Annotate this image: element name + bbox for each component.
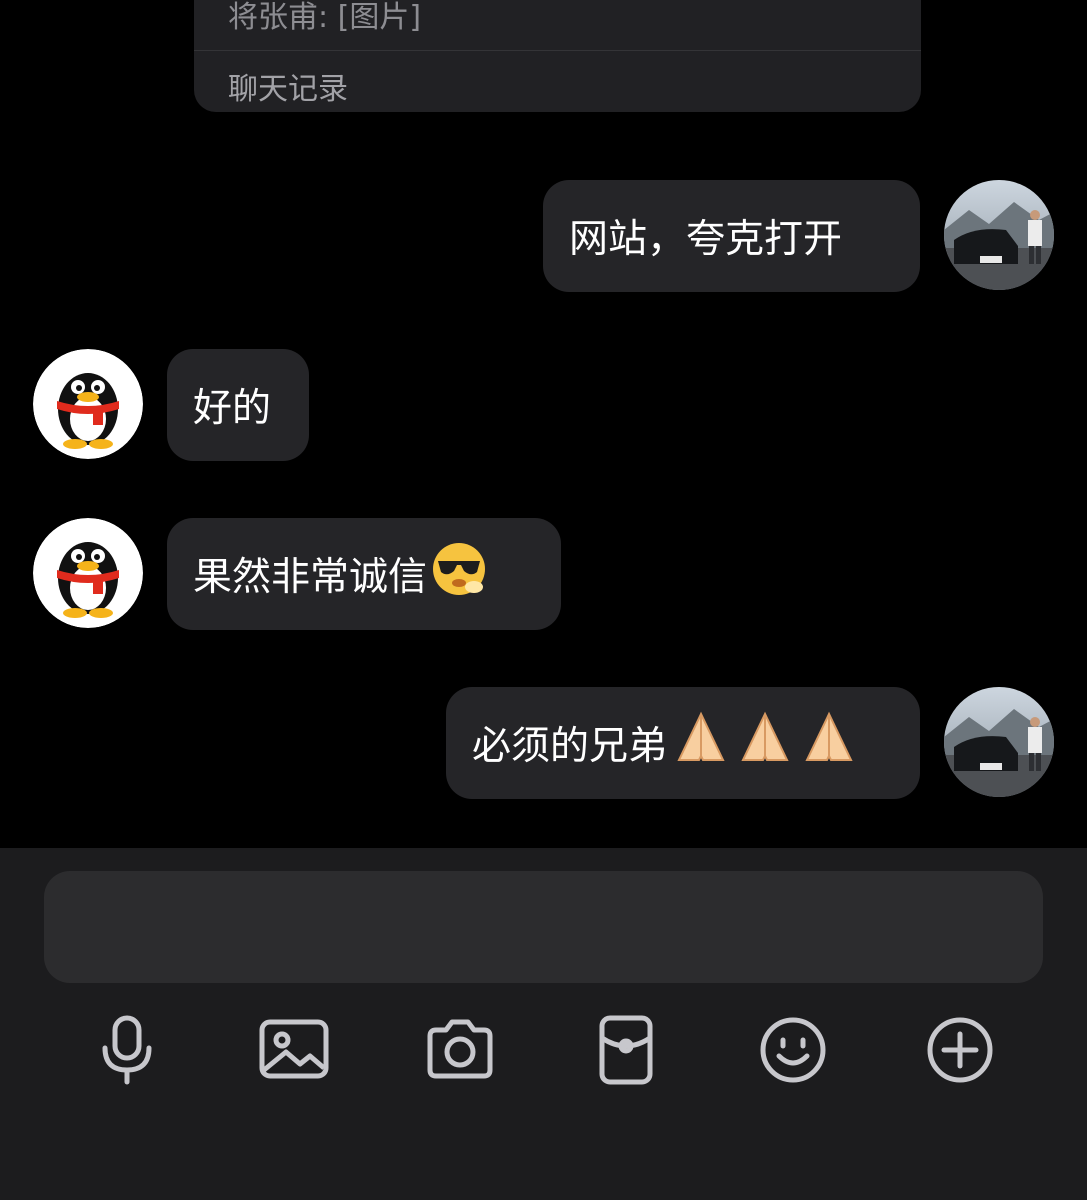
emoji-icon[interactable] — [757, 1014, 829, 1086]
sunglasses-face-icon — [431, 541, 487, 607]
pray-hands-icon — [799, 710, 859, 776]
microphone-icon[interactable] — [91, 1014, 163, 1086]
card-divider — [194, 50, 921, 51]
forwarded-chat-record-card[interactable]: 将张甫: [图片] 聊天记录 — [194, 0, 921, 112]
message-text: 必须的兄弟 — [472, 724, 668, 769]
forwarded-preview-text: 将张甫: [图片] — [228, 0, 422, 35]
self-avatar[interactable] — [944, 687, 1054, 797]
message-bubble-incoming[interactable]: 果然非常诚信 — [167, 518, 561, 630]
message-text: 果然非常诚信 — [193, 555, 428, 600]
red-packet-icon[interactable] — [590, 1014, 662, 1086]
message-bubble-incoming[interactable]: 好的 — [167, 349, 309, 461]
message-bubble-outgoing[interactable]: 必须的兄弟 — [446, 687, 920, 799]
message-input[interactable] — [44, 871, 1043, 983]
contact-avatar[interactable] — [33, 349, 143, 459]
message-text: 网站，夸克打开 — [569, 217, 843, 262]
contact-avatar[interactable] — [33, 518, 143, 628]
message-text: 好的 — [193, 386, 272, 431]
message-bubble-outgoing[interactable]: 网站，夸克打开 — [543, 180, 920, 292]
pray-hands-icon — [671, 710, 731, 776]
chat-record-label: 聊天记录 — [228, 72, 348, 107]
image-icon[interactable] — [258, 1014, 330, 1086]
input-panel — [0, 848, 1087, 1200]
plus-icon[interactable] — [924, 1014, 996, 1086]
pray-hands-icon — [735, 710, 795, 776]
self-avatar[interactable] — [944, 180, 1054, 290]
camera-icon[interactable] — [424, 1014, 496, 1086]
